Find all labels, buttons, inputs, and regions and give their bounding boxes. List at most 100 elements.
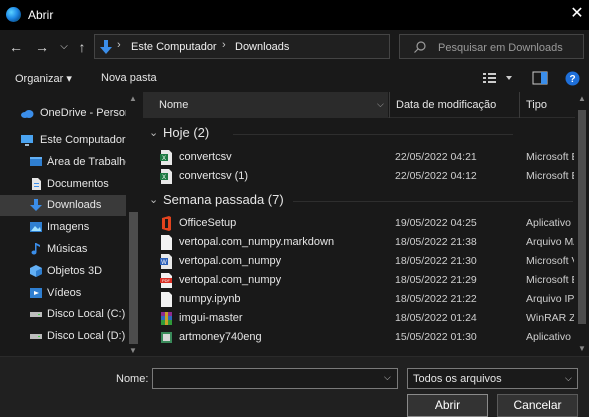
file-name: imgui-master (179, 312, 243, 324)
file-row[interactable]: imgui-master 18/05/2022 01:24 WinRAR ZIP (143, 309, 574, 328)
file-row[interactable]: OfficeSetup 19/05/2022 04:25 Aplicativo (143, 214, 573, 233)
file-date: 18/05/2022 21:29 (395, 274, 477, 286)
excel-csv-icon: X (160, 169, 172, 184)
cloud-icon (21, 110, 34, 118)
view-options-icon[interactable] (482, 71, 514, 85)
sidebar-item-music[interactable]: Músicas (0, 239, 127, 260)
forward-button[interactable]: → (34, 39, 50, 55)
download-icon (30, 199, 42, 211)
scrollbar-thumb[interactable] (578, 110, 586, 324)
file-name: vertopal.com_numpy.markdown (179, 236, 335, 248)
file-row[interactable]: X convertcsv 22/05/2022 04:21 Microsoft … (143, 148, 574, 167)
sidebar-item-drive-c[interactable]: Disco Local (C:) (0, 304, 127, 325)
scroll-up-arrow[interactable]: ▲ (578, 94, 586, 103)
address-separator: › (222, 39, 226, 51)
back-button[interactable]: ← (8, 39, 24, 55)
file-type: WinRAR ZIP (526, 312, 574, 324)
file-name: numpy.ipynb (179, 293, 241, 305)
file-row[interactable]: W vertopal.com_numpy 18/05/2022 21:30 Mi… (143, 252, 574, 271)
group-header-today[interactable]: ⌄ Hoje (2) (143, 123, 573, 145)
sidebar-scrollbar[interactable]: ▲ ▼ (126, 92, 141, 356)
file-row[interactable]: numpy.ipynb 18/05/2022 21:22 Arquivo IPY (143, 290, 574, 309)
svg-text:W: W (161, 260, 167, 266)
file-type-filter-value: Todos os arquivos (413, 373, 502, 385)
filename-label: Nome: (116, 373, 149, 385)
file-type: Aplicativo (526, 331, 571, 343)
file-date: 19/05/2022 04:25 (395, 217, 477, 229)
recent-locations-dropdown[interactable]: ⌵ (56, 39, 72, 55)
installer-icon (161, 332, 172, 343)
search-box[interactable]: Pesquisar em Downloads (399, 34, 584, 59)
sidebar-item-drive-d[interactable]: Disco Local (D:) (0, 326, 127, 347)
file-date: 18/05/2022 01:24 (395, 312, 477, 324)
word-doc-icon: W (160, 254, 172, 269)
organize-menu-button[interactable]: Organizar ▾ (15, 72, 72, 85)
sidebar-item-this-pc[interactable]: Este Computador (0, 130, 127, 151)
sidebar-item-desktop[interactable]: Área de Trabalhc (0, 152, 127, 173)
sidebar-item-label: Downloads (47, 199, 102, 211)
address-bar[interactable]: › Este Computador › Downloads ⌵ ↻ (94, 34, 474, 59)
close-button[interactable]: ✕ (567, 4, 587, 24)
chevron-down-icon: ⌵ (377, 99, 384, 109)
drive-icon (30, 312, 42, 317)
file-type-filter[interactable]: Todos os arquivos ⌵ (407, 368, 578, 389)
dialog-footer: Nome: ⌵ Todos os arquivos ⌵ Abrir Cancel… (0, 356, 589, 417)
scroll-down-arrow[interactable]: ▼ (129, 346, 137, 355)
file-type: Microsoft E (526, 170, 574, 182)
sidebar-item-downloads[interactable]: Downloads (0, 195, 127, 216)
up-button[interactable]: ↑ (74, 39, 90, 55)
group-label: Semana passada (7) (163, 192, 284, 207)
file-date: 18/05/2022 21:22 (395, 293, 477, 305)
help-icon[interactable]: ? (565, 71, 580, 86)
open-button[interactable]: Abrir (407, 394, 488, 417)
drive-icon (30, 334, 42, 339)
preview-pane-icon[interactable] (532, 71, 548, 85)
sidebar-item-label: Área de Trabalhc (47, 156, 127, 168)
sidebar-item-videos[interactable]: Vídeos (0, 283, 127, 304)
desktop-icon (30, 157, 42, 166)
file-date: 18/05/2022 21:30 (395, 255, 477, 267)
file-row[interactable]: artmoney740eng 15/05/2022 01:30 Aplicati… (143, 328, 573, 347)
column-header-date[interactable]: Data de modificação (396, 99, 496, 111)
file-list-scrollbar[interactable]: ▲ ▼ (575, 92, 589, 356)
file-row[interactable]: vertopal.com_numpy.markdown 18/05/2022 2… (143, 233, 574, 252)
column-header-type[interactable]: Tipo (526, 99, 547, 111)
new-folder-button[interactable]: Nova pasta (101, 72, 157, 84)
column-header-name[interactable]: Nome ⌵ (143, 92, 388, 118)
music-icon (31, 243, 40, 255)
videos-icon (30, 288, 42, 298)
address-segment-computer[interactable]: Este Computador (131, 41, 217, 53)
svg-text:PDF: PDF (162, 278, 171, 283)
file-name: vertopal.com_numpy (179, 255, 282, 267)
file-row[interactable]: X convertcsv (1) 22/05/2022 04:12 Micros… (143, 167, 574, 186)
3d-objects-icon (30, 265, 42, 277)
file-name: OfficeSetup (179, 217, 237, 229)
scrollbar-thumb[interactable] (129, 212, 138, 344)
cancel-button[interactable]: Cancelar (497, 394, 578, 417)
office-setup-icon (162, 216, 171, 231)
svg-text:X: X (162, 156, 166, 162)
sidebar-item-onedrive[interactable]: OneDrive - Persor (0, 103, 127, 124)
group-header-last-week[interactable]: ⌄ Semana passada (7) (143, 190, 573, 212)
scroll-down-arrow[interactable]: ▼ (578, 344, 586, 353)
scroll-up-arrow[interactable]: ▲ (129, 94, 137, 103)
search-icon (414, 41, 426, 53)
sidebar-item-label: Documentos (47, 178, 109, 190)
sidebar-item-label: Disco Local (C:) (47, 308, 126, 320)
file-list: Nome ⌵ Data de modificação Tipo ⌄ Hoje (… (143, 92, 589, 356)
navigation-pane: OneDrive - Persor Este Computador Área d… (0, 92, 143, 356)
sidebar-item-documents[interactable]: Documentos (0, 174, 127, 195)
file-row[interactable]: PDF vertopal.com_numpy 18/05/2022 21:29 … (143, 271, 574, 290)
svg-text:?: ? (569, 74, 575, 85)
pictures-icon (30, 222, 42, 232)
chevron-down-icon: ⌄ (149, 127, 159, 139)
column-divider[interactable] (519, 92, 520, 118)
filename-field[interactable] (152, 368, 398, 389)
address-segment-downloads[interactable]: Downloads (235, 41, 289, 53)
sidebar-item-3d-objects[interactable]: Objetos 3D (0, 261, 127, 282)
file-type: Arquivo MA (526, 236, 574, 248)
excel-csv-icon: X (160, 150, 172, 165)
column-divider[interactable] (389, 92, 390, 118)
sidebar-item-pictures[interactable]: Imagens (0, 217, 127, 238)
chevron-down-icon[interactable]: ⌵ (384, 372, 391, 383)
